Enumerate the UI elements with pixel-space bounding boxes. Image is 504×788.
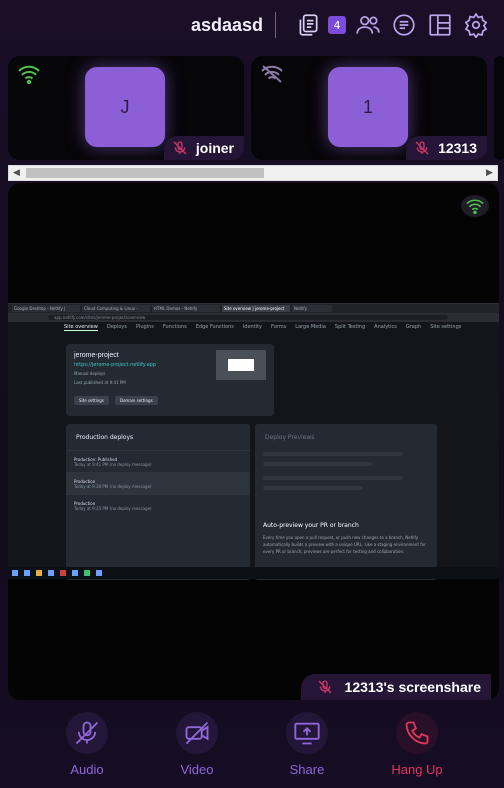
site-buttons: Site settings Domain settings [74, 396, 158, 405]
screen-share-icon [286, 712, 328, 754]
layout-icon [429, 14, 451, 36]
nav-item: Identity [242, 324, 262, 330]
site-title: jerome-project [74, 352, 119, 359]
participant-count-badge: 4 [328, 16, 346, 34]
production-deploys-card: Production deploys Production: Published… [66, 424, 250, 580]
scroll-left-arrow-icon[interactable]: ◀ [9, 166, 24, 180]
site-nav: Site overview Deploys Plugins Functions … [64, 324, 461, 331]
deploy-sub: Today at 9:41 PM (no deploy message) [74, 462, 152, 467]
domain-settings-button: Domain settings [114, 396, 158, 405]
hang-up-label: Hang Up [391, 762, 443, 777]
site-url: https://jerome-project.netlify.app [74, 362, 156, 368]
browser-url-bar: app.netlify.com/sites/jerome-project/ove… [8, 313, 499, 322]
header-divider [275, 12, 276, 38]
participant-name: joiner [195, 140, 234, 156]
participant-tile-12313[interactable]: 1 12313 [251, 56, 487, 160]
placeholder-line [263, 462, 373, 466]
nav-item: Deploys [106, 324, 127, 330]
settings-button[interactable] [460, 9, 492, 41]
screenshare-nametag: 12313's screenshare [300, 674, 491, 700]
previews-body: Every time you open a pull request, or p… [263, 535, 426, 554]
url-text: app.netlify.com/sites/jerome-project/ove… [48, 315, 448, 320]
nav-item: Site settings [430, 324, 462, 330]
deploy-row: Production: Published Today at 9:41 PM (… [66, 450, 250, 472]
deploy-previews-card: Deploy Previews Auto-preview your PR or … [255, 424, 437, 580]
phone-icon [396, 712, 438, 754]
browser-tab: Netlify [292, 305, 332, 312]
nav-item: Functions [162, 324, 187, 330]
nav-item: Plugins [135, 324, 154, 330]
video-call-app: asdaasd 4 J joiner 1 12313 ◀ ▶ Google De… [0, 0, 504, 788]
camera-off-icon [176, 712, 218, 754]
layout-button[interactable] [424, 9, 456, 41]
deploy-sub: Today at 9:38 PM (no deploy message) [74, 484, 152, 489]
participant-tile-joiner[interactable]: J joiner [8, 56, 244, 160]
call-controls: Audio Video Share Hang Up [0, 704, 504, 788]
nav-item: Site overview [64, 324, 98, 331]
site-preview-thumbnail [216, 350, 266, 380]
signal-strength-icon [18, 65, 40, 84]
mic-off-icon [66, 712, 108, 754]
header: asdaasd 4 [0, 0, 504, 50]
mic-muted-icon [318, 680, 332, 694]
copy-link-button[interactable] [292, 9, 324, 41]
scroll-right-arrow-icon[interactable]: ▶ [482, 166, 497, 180]
shared-screen: Google Desktop - Netlify | Google Cloud … [8, 303, 499, 580]
copy-icon [299, 14, 318, 36]
avatar: 1 [328, 67, 408, 147]
main-stage[interactable]: Google Desktop - Netlify | Google Cloud … [8, 183, 499, 700]
nav-item: Forms [271, 324, 287, 330]
participant-name: 12313 [438, 140, 477, 156]
participants-button[interactable] [352, 9, 384, 41]
os-taskbar [8, 567, 499, 579]
horizontal-scrollbar[interactable]: ◀ ▶ [8, 165, 498, 181]
site-card: jerome-project https://jerome-project.ne… [66, 344, 274, 416]
participant-tile-partial[interactable] [494, 56, 504, 160]
nav-item: Analytics [374, 324, 397, 330]
settings-icon [464, 12, 488, 38]
chat-button[interactable] [388, 9, 420, 41]
scrollbar-thumb[interactable] [26, 168, 264, 178]
placeholder-line [263, 486, 363, 490]
deploy-sub: Today at 9:35 PM (no deploy message) [74, 506, 152, 511]
signal-weak-icon [261, 65, 283, 83]
site-settings-button: Site settings [74, 396, 109, 405]
mic-muted-icon [173, 141, 187, 155]
nav-item: Edge Functions [195, 324, 234, 330]
audio-button[interactable]: Audio [47, 704, 127, 788]
share-button[interactable]: Share [267, 704, 347, 788]
chat-icon [393, 14, 415, 36]
signal-strength-icon [461, 195, 489, 217]
browser-tab: Site overview | jerome-project [222, 305, 290, 312]
site-last-published: Last published at 9:41 PM [74, 380, 126, 385]
deploy-row: Production Today at 9:35 PM (no deploy m… [66, 494, 250, 516]
participant-strip[interactable]: J joiner 1 12313 [8, 56, 504, 160]
previews-title: Deploy Previews [265, 434, 315, 441]
placeholder-line [263, 476, 403, 480]
room-name: asdaasd [190, 14, 263, 35]
browser-tabs: Google Desktop - Netlify | Google Cloud … [8, 304, 499, 313]
mic-muted-icon [415, 141, 429, 155]
screenshare-label: 12313's screenshare [344, 679, 481, 695]
deploy-row: Production Today at 9:38 PM (no deploy m… [66, 472, 250, 494]
participant-nametag: joiner [163, 136, 244, 160]
share-label: Share [289, 762, 325, 777]
nav-item: Large Media [295, 324, 326, 330]
deploys-title: Production deploys [76, 434, 134, 441]
hang-up-button[interactable]: Hang Up [377, 704, 457, 788]
video-button[interactable]: Video [157, 704, 237, 788]
site-deploy-mode: Manual deploys [74, 371, 106, 376]
participant-nametag: 12313 [406, 136, 487, 160]
audio-label: Audio [70, 762, 104, 777]
browser-tab: HTML Demos - Netlify [152, 305, 220, 312]
avatar: J [85, 67, 165, 147]
participants-icon [356, 16, 380, 34]
nav-item: Split Testing [334, 324, 366, 330]
nav-item: Graph [405, 324, 422, 330]
placeholder-line [263, 452, 403, 456]
previews-headline: Auto-preview your PR or branch [263, 522, 359, 529]
video-label: Video [180, 762, 214, 777]
browser-tab: Cloud Computing & Linux - Google [82, 305, 150, 312]
browser-tab: Google Desktop - Netlify | Google [12, 305, 80, 312]
